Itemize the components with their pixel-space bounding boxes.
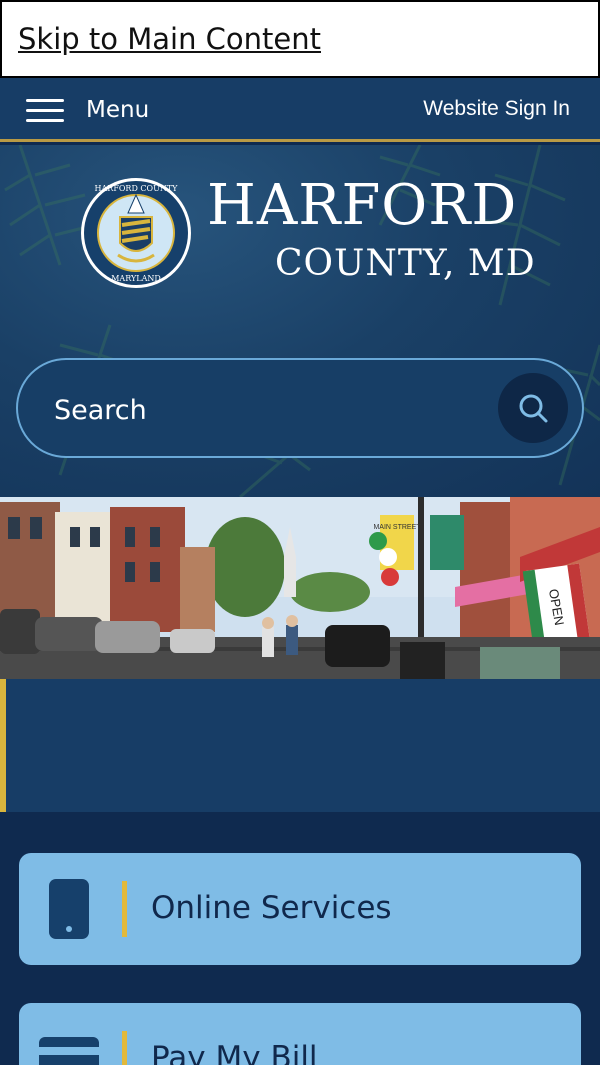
logo-wordmark-harford: HARFORD xyxy=(207,173,518,238)
search-bar xyxy=(16,358,584,458)
card-divider xyxy=(122,881,127,937)
phone-icon xyxy=(49,879,89,939)
card-divider xyxy=(122,1031,127,1065)
search-button[interactable] xyxy=(498,373,568,443)
pay-my-bill-card[interactable]: Pay My Bill xyxy=(19,1003,581,1065)
featured-banner xyxy=(0,679,600,812)
credit-card-icon xyxy=(39,1037,99,1065)
hamburger-icon xyxy=(26,97,64,123)
skip-to-main-content-link[interactable]: Skip to Main Content xyxy=(18,22,321,56)
street-scene-image: OPEN MAIN STREET xyxy=(0,497,600,679)
menu-button[interactable]: Menu xyxy=(26,94,149,126)
website-sign-in-link[interactable]: Website Sign In xyxy=(423,97,570,121)
hero-header: HARFORD COUNTY MARYLAND HARFORD COUNTY, … xyxy=(0,145,600,497)
search-icon xyxy=(519,394,548,423)
menu-label: Menu xyxy=(86,97,150,123)
svg-text:HARFORD COUNTY: HARFORD COUNTY xyxy=(95,184,179,193)
county-seal-logo: HARFORD COUNTY MARYLAND xyxy=(81,178,191,288)
svg-text:MAIN STREET: MAIN STREET xyxy=(373,524,421,531)
main-street-photo: OPEN MAIN STREET xyxy=(0,497,600,679)
search-input[interactable] xyxy=(54,390,474,430)
online-services-card[interactable]: Online Services xyxy=(19,853,581,965)
online-services-label: Online Services xyxy=(151,890,392,926)
quick-links-section: Online Services Pay My Bill xyxy=(0,812,600,1065)
svg-text:MARYLAND: MARYLAND xyxy=(111,274,161,283)
pay-my-bill-label: Pay My Bill xyxy=(151,1040,318,1065)
logo-wordmark-county: COUNTY, MD xyxy=(275,243,536,284)
top-nav-bar: Menu Website Sign In xyxy=(0,78,600,142)
skip-link-bar: Skip to Main Content xyxy=(0,0,600,78)
